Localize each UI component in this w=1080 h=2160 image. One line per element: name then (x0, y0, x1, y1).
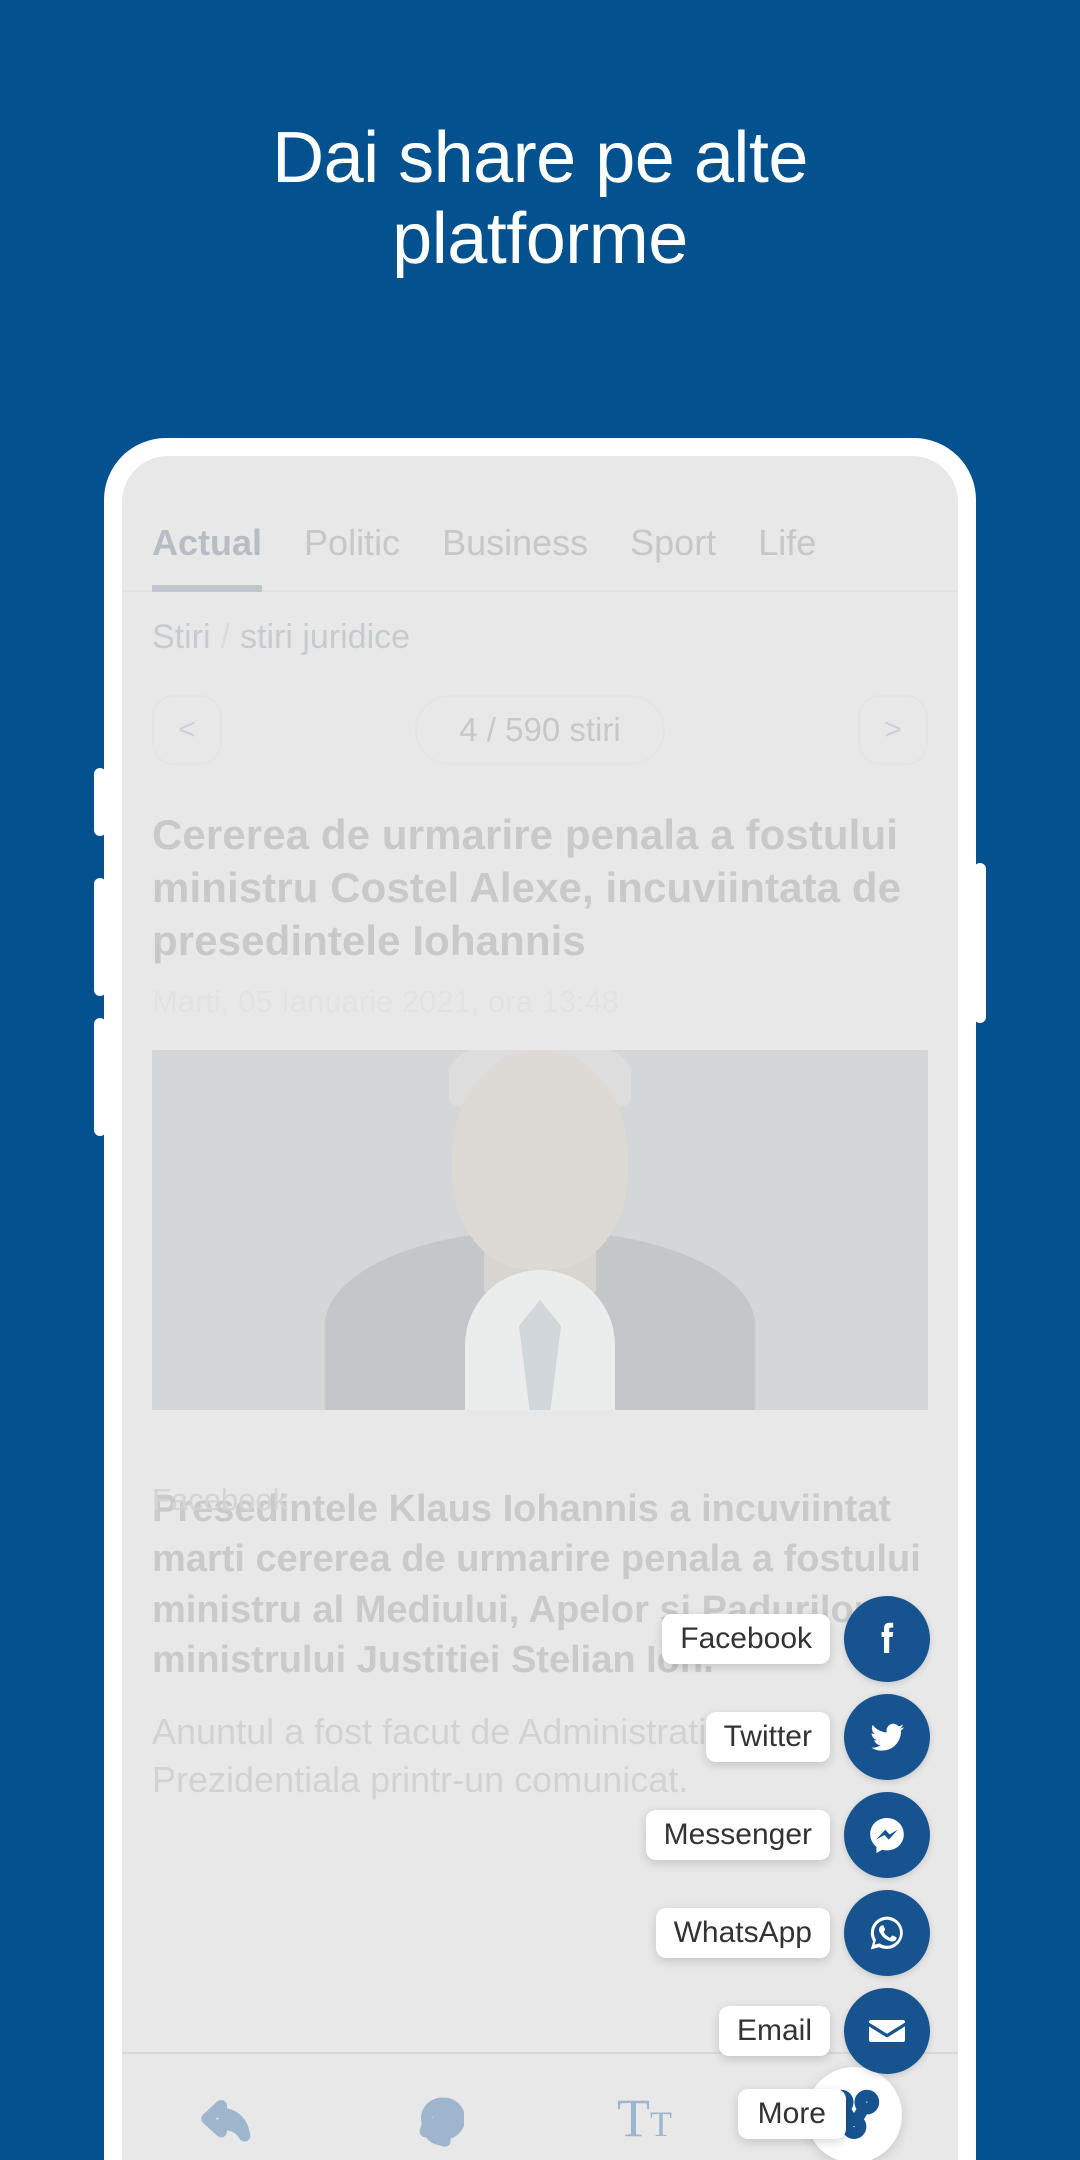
share-option-twitter[interactable]: Twitter (646, 1694, 930, 1780)
share-option-messenger[interactable]: Messenger (645, 1792, 930, 1878)
tab-label: Business (442, 522, 589, 563)
phone-mockup: Actual Politic Business Sport Life Stiri… (94, 438, 986, 2160)
phone-volume-down-button (94, 1018, 106, 1136)
tab-actual[interactable]: Actual (152, 522, 263, 592)
article-title: Cererea de urmarire penala a fostului mi… (152, 811, 902, 964)
tab-label: Politic (304, 522, 401, 563)
tab-label: Life (758, 522, 817, 563)
breadcrumb: Stiri / stiri juridice (122, 592, 958, 677)
breadcrumb-current[interactable]: stiri juridice (240, 618, 410, 656)
share-option-email[interactable]: Email (646, 1988, 930, 2074)
pager-count-label: 4 / 590 stiri (415, 695, 665, 765)
whatsapp-icon[interactable] (844, 1890, 930, 1976)
share-option-label: WhatsApp (655, 1908, 830, 1958)
tab-sport[interactable]: Sport (630, 522, 716, 590)
more-tooltip: More (737, 2088, 846, 2139)
share-option-label: Messenger (645, 1810, 830, 1860)
share-option-label: Twitter (705, 1712, 830, 1762)
share-option-whatsapp[interactable]: WhatsApp (646, 1890, 930, 1976)
phone-volume-up-button (94, 878, 106, 996)
toolbar-share-button[interactable]: More Share (737, 2066, 958, 2160)
phone-power-button (974, 863, 986, 1023)
article-date: Marti, 05 Ianuarie 2021, ora 13:48 (152, 983, 620, 1019)
toolbar-font-button[interactable]: TT Font (540, 2090, 749, 2160)
share-option-label: Facebook (662, 1614, 830, 1664)
pager-prev-button[interactable]: < (152, 695, 222, 765)
tab-label: Sport (630, 522, 717, 563)
breadcrumb-root[interactable]: Stiri (152, 618, 211, 656)
phone-screen: Actual Politic Business Sport Life Stiri… (122, 456, 958, 2160)
twitter-icon[interactable] (844, 1694, 930, 1780)
share-menu: Facebook Twitter Messenger WhatsApp Emai… (645, 1596, 930, 2074)
messenger-icon[interactable] (844, 1792, 930, 1878)
page-title: Dai share pe alte platforme (272, 118, 808, 279)
font-size-icon: TT (617, 2087, 672, 2148)
category-tabs: Actual Politic Business Sport Life (122, 456, 958, 592)
tab-label: Actual (152, 522, 263, 563)
tab-business[interactable]: Business (442, 522, 588, 590)
pager-next-button[interactable]: > (857, 695, 928, 765)
comments-icon (419, 2097, 464, 2147)
breadcrumb-separator: / (220, 618, 231, 656)
article-pager: < 4 / 590 stiri > (122, 677, 958, 775)
share-option-label: Email (718, 2006, 830, 2056)
phone-mute-button (94, 768, 106, 836)
toolbar-comments-button[interactable]: Comentarii (8) (331, 2093, 540, 2160)
article-image-caption: Facebook (152, 1481, 289, 1517)
facebook-icon[interactable] (844, 1596, 930, 1682)
share-option-facebook[interactable]: Facebook (646, 1596, 930, 1682)
tab-life[interactable]: Life (758, 522, 816, 590)
toolbar-back-button[interactable]: Inapoi (122, 2093, 331, 2160)
reply-arrow-icon (200, 2099, 250, 2142)
tab-politic[interactable]: Politic (304, 522, 400, 590)
email-icon[interactable] (844, 1988, 930, 2074)
article-hero-image (152, 1049, 928, 1410)
